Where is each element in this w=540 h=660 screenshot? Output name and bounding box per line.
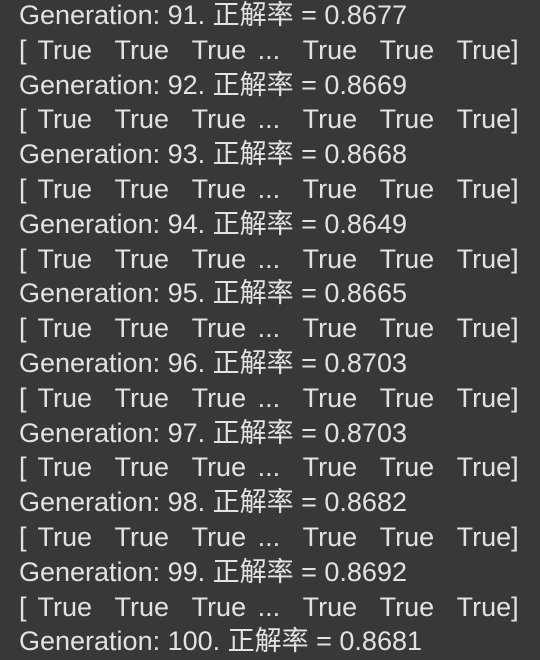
- generation-line: Generation: 92. 正解率 = 0.8669: [19, 69, 407, 100]
- generation-line: Generation: 98. 正解率 = 0.8682: [19, 487, 407, 518]
- generation-line: Generation: 93. 正解率 = 0.8668: [19, 139, 407, 170]
- array-line: [ True True True ... True True True]: [19, 173, 519, 204]
- generation-line: Generation: 91. 正解率 = 0.8677: [19, 0, 407, 30]
- generation-line: Generation: 94. 正解率 = 0.8649: [19, 208, 407, 239]
- array-line: [ True True True ... True True True]: [19, 382, 519, 413]
- array-line: [ True True True ... True True True]: [19, 34, 519, 65]
- generation-line: Generation: 99. 正解率 = 0.8692: [19, 556, 407, 587]
- array-line: [ True True True ... True True True]: [19, 452, 519, 483]
- array-line: [ True True True ... True True True]: [19, 104, 519, 135]
- array-line: [ True True True ... True True True]: [19, 521, 519, 552]
- terminal-output: Generation: 91. 正解率 = 0.8677 [ True True …: [0, 0, 540, 659]
- array-line: [ True True True ... True True True]: [19, 591, 519, 622]
- array-line: [ True True True ... True True True]: [19, 243, 519, 274]
- generation-line: Generation: 100. 正解率 = 0.8681: [19, 626, 422, 657]
- generation-line: Generation: 95. 正解率 = 0.8665: [19, 278, 407, 309]
- array-line: [ True True True ... True True True]: [19, 313, 519, 344]
- generation-line: Generation: 97. 正解率 = 0.8703: [19, 417, 407, 448]
- generation-line: Generation: 96. 正解率 = 0.8703: [19, 347, 407, 378]
